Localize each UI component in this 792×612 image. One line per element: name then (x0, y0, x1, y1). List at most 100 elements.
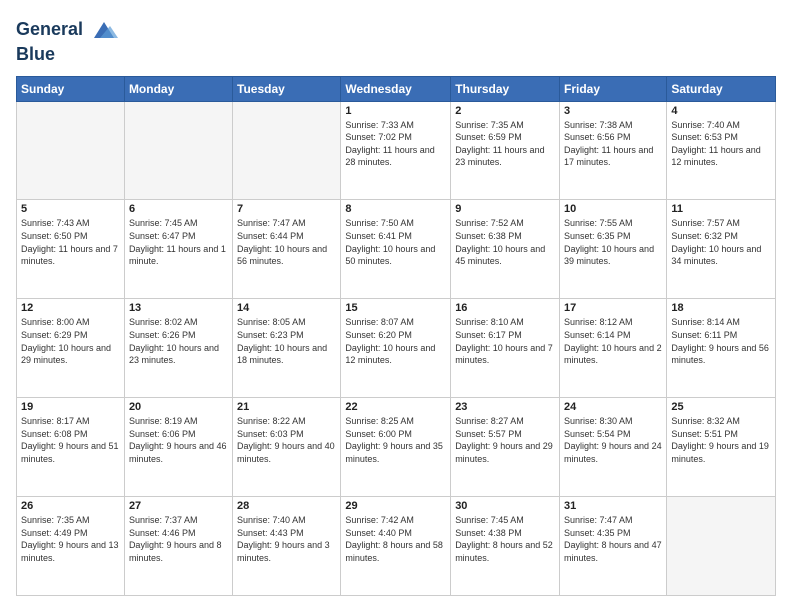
column-header-tuesday: Tuesday (233, 76, 341, 101)
day-info: Sunrise: 7:47 AM Sunset: 6:44 PM Dayligh… (237, 217, 336, 267)
calendar-cell: 16 Sunrise: 8:10 AM Sunset: 6:17 PM Dayli… (451, 299, 560, 398)
day-info: Sunrise: 7:38 AM Sunset: 6:56 PM Dayligh… (564, 119, 662, 169)
day-info: Sunrise: 8:30 AM Sunset: 5:54 PM Dayligh… (564, 415, 662, 465)
calendar-cell (233, 101, 341, 200)
day-number: 14 (237, 302, 336, 314)
calendar-cell: 5Sunrise: 7:43 AM Sunset: 6:50 PM Daylig… (17, 200, 125, 299)
day-number: 31 (564, 500, 662, 512)
calendar-cell: 3Sunrise: 7:38 AM Sunset: 6:56 PM Daylig… (560, 101, 667, 200)
day-info: Sunrise: 8:22 AM Sunset: 6:03 PM Dayligh… (237, 415, 336, 465)
calendar-cell: 25 Sunrise: 8:32 AM Sunset: 5:51 PM Dayli… (667, 398, 776, 497)
header: General Blue (16, 16, 776, 66)
calendar-cell: 21 Sunrise: 8:22 AM Sunset: 6:03 PM Dayli… (233, 398, 341, 497)
day-info: Sunrise: 7:50 AM Sunset: 6:41 PM Dayligh… (345, 217, 446, 267)
calendar-cell: 9 Sunrise: 7:52 AM Sunset: 6:38 PM Daylig… (451, 200, 560, 299)
day-number: 17 (564, 302, 662, 314)
day-info: Sunrise: 7:35 AM Sunset: 4:49 PM Dayligh… (21, 514, 120, 564)
logo: General Blue (16, 16, 118, 66)
day-info: Sunrise: 8:00 AM Sunset: 6:29 PM Dayligh… (21, 316, 120, 366)
day-number: 28 (237, 500, 336, 512)
calendar-cell: 29 Sunrise: 7:42 AM Sunset: 4:40 PM Dayli… (341, 497, 451, 596)
day-number: 9 (455, 203, 555, 215)
column-header-thursday: Thursday (451, 76, 560, 101)
day-number: 15 (345, 302, 446, 314)
calendar-cell: 26 Sunrise: 7:35 AM Sunset: 4:49 PM Dayli… (17, 497, 125, 596)
calendar-cell: 18 Sunrise: 8:14 AM Sunset: 6:11 PM Dayli… (667, 299, 776, 398)
day-info: Sunrise: 8:25 AM Sunset: 6:00 PM Dayligh… (345, 415, 446, 465)
calendar-cell: 23Sunrise: 8:27 AM Sunset: 5:57 PM Dayli… (451, 398, 560, 497)
day-info: Sunrise: 7:55 AM Sunset: 6:35 PM Dayligh… (564, 217, 662, 267)
calendar-cell: 30Sunrise: 7:45 AM Sunset: 4:38 PM Dayli… (451, 497, 560, 596)
day-number: 24 (564, 401, 662, 413)
day-info: Sunrise: 8:12 AM Sunset: 6:14 PM Dayligh… (564, 316, 662, 366)
day-info: Sunrise: 7:33 AM Sunset: 7:02 PM Dayligh… (345, 119, 446, 169)
calendar-cell: 31 Sunrise: 7:47 AM Sunset: 4:35 PM Dayli… (560, 497, 667, 596)
day-number: 21 (237, 401, 336, 413)
calendar-cell: 4Sunrise: 7:40 AM Sunset: 6:53 PM Daylig… (667, 101, 776, 200)
column-header-sunday: Sunday (17, 76, 125, 101)
day-info: Sunrise: 8:02 AM Sunset: 6:26 PM Dayligh… (129, 316, 228, 366)
column-header-friday: Friday (560, 76, 667, 101)
day-number: 6 (129, 203, 228, 215)
day-number: 7 (237, 203, 336, 215)
logo-text: General (16, 16, 118, 44)
day-info: Sunrise: 8:19 AM Sunset: 6:06 PM Dayligh… (129, 415, 228, 465)
calendar-cell: 28 Sunrise: 7:40 AM Sunset: 4:43 PM Dayli… (233, 497, 341, 596)
day-info: Sunrise: 7:42 AM Sunset: 4:40 PM Dayligh… (345, 514, 446, 564)
day-number: 12 (21, 302, 120, 314)
calendar-cell: 7 Sunrise: 7:47 AM Sunset: 6:44 PM Daylig… (233, 200, 341, 299)
calendar-cell: 2Sunrise: 7:35 AM Sunset: 6:59 PM Daylig… (451, 101, 560, 200)
day-info: Sunrise: 7:35 AM Sunset: 6:59 PM Dayligh… (455, 119, 555, 169)
column-header-saturday: Saturday (667, 76, 776, 101)
calendar-table: SundayMondayTuesdayWednesdayThursdayFrid… (16, 76, 776, 596)
calendar-cell (124, 101, 232, 200)
column-header-monday: Monday (124, 76, 232, 101)
day-number: 11 (671, 203, 771, 215)
day-info: Sunrise: 7:47 AM Sunset: 4:35 PM Dayligh… (564, 514, 662, 564)
calendar-cell: 8 Sunrise: 7:50 AM Sunset: 6:41 PM Daylig… (341, 200, 451, 299)
calendar-cell: 10Sunrise: 7:55 AM Sunset: 6:35 PM Dayli… (560, 200, 667, 299)
day-number: 26 (21, 500, 120, 512)
calendar-cell: 14 Sunrise: 8:05 AM Sunset: 6:23 PM Dayli… (233, 299, 341, 398)
day-info: Sunrise: 7:37 AM Sunset: 4:46 PM Dayligh… (129, 514, 228, 564)
day-number: 29 (345, 500, 446, 512)
day-number: 18 (671, 302, 771, 314)
page: General Blue SundayMondayTuesdayWednesda… (0, 0, 792, 612)
calendar-cell: 17 Sunrise: 8:12 AM Sunset: 6:14 PM Dayli… (560, 299, 667, 398)
calendar-cell: 20 Sunrise: 8:19 AM Sunset: 6:06 PM Dayli… (124, 398, 232, 497)
day-number: 27 (129, 500, 228, 512)
day-number: 30 (455, 500, 555, 512)
calendar-cell: 22 Sunrise: 8:25 AM Sunset: 6:00 PM Dayli… (341, 398, 451, 497)
day-info: Sunrise: 8:05 AM Sunset: 6:23 PM Dayligh… (237, 316, 336, 366)
day-number: 13 (129, 302, 228, 314)
calendar-cell: 19 Sunrise: 8:17 AM Sunset: 6:08 PM Dayli… (17, 398, 125, 497)
day-number: 19 (21, 401, 120, 413)
calendar-cell: 6 Sunrise: 7:45 AM Sunset: 6:47 PM Daylig… (124, 200, 232, 299)
day-number: 16 (455, 302, 555, 314)
calendar-cell: 24 Sunrise: 8:30 AM Sunset: 5:54 PM Dayli… (560, 398, 667, 497)
day-info: Sunrise: 7:52 AM Sunset: 6:38 PM Dayligh… (455, 217, 555, 267)
day-number: 1 (345, 105, 446, 117)
day-number: 23 (455, 401, 555, 413)
day-info: Sunrise: 8:32 AM Sunset: 5:51 PM Dayligh… (671, 415, 771, 465)
day-info: Sunrise: 7:45 AM Sunset: 6:47 PM Dayligh… (129, 217, 228, 267)
day-number: 8 (345, 203, 446, 215)
day-number: 22 (345, 401, 446, 413)
calendar-cell: 15 Sunrise: 8:07 AM Sunset: 6:20 PM Dayli… (341, 299, 451, 398)
column-header-wednesday: Wednesday (341, 76, 451, 101)
calendar-cell: 11Sunrise: 7:57 AM Sunset: 6:32 PM Dayli… (667, 200, 776, 299)
calendar-cell (667, 497, 776, 596)
day-info: Sunrise: 8:07 AM Sunset: 6:20 PM Dayligh… (345, 316, 446, 366)
day-number: 25 (671, 401, 771, 413)
calendar-cell (17, 101, 125, 200)
calendar-cell: 13 Sunrise: 8:02 AM Sunset: 6:26 PM Dayli… (124, 299, 232, 398)
day-info: Sunrise: 7:40 AM Sunset: 4:43 PM Dayligh… (237, 514, 336, 564)
logo-text2: Blue (16, 44, 118, 66)
day-info: Sunrise: 8:17 AM Sunset: 6:08 PM Dayligh… (21, 415, 120, 465)
day-info: Sunrise: 8:14 AM Sunset: 6:11 PM Dayligh… (671, 316, 771, 366)
calendar-cell: 27 Sunrise: 7:37 AM Sunset: 4:46 PM Dayli… (124, 497, 232, 596)
day-number: 5 (21, 203, 120, 215)
day-number: 20 (129, 401, 228, 413)
day-info: Sunrise: 8:10 AM Sunset: 6:17 PM Dayligh… (455, 316, 555, 366)
logo-icon (90, 16, 118, 44)
